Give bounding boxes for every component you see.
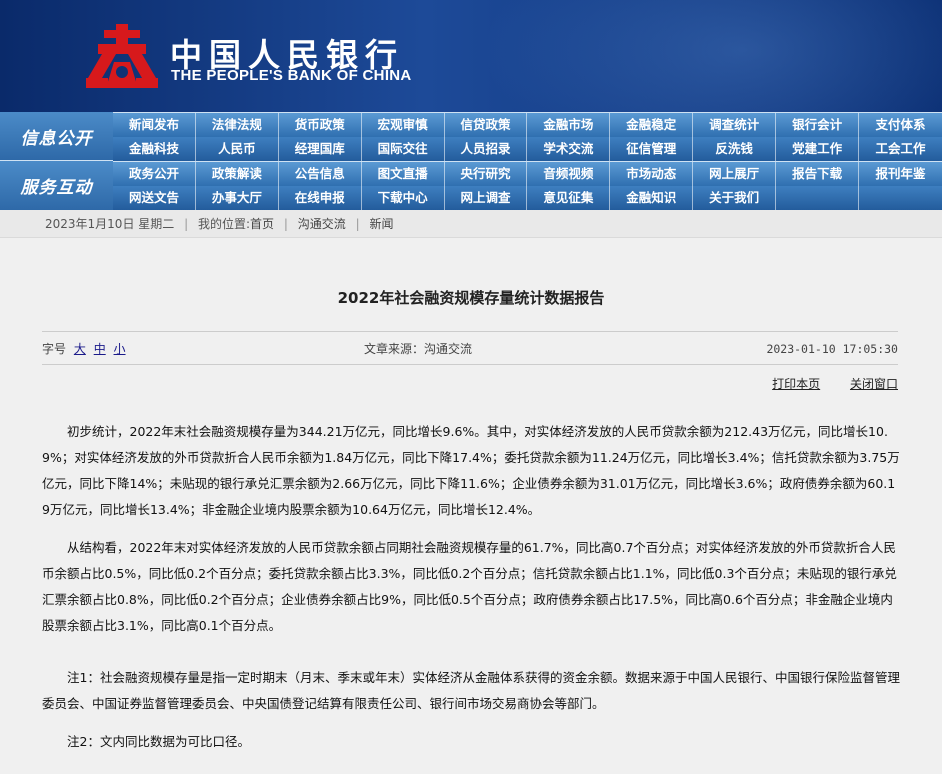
article-note: 注2：文内同比数据为可比口径。 bbox=[67, 734, 250, 749]
nav-row: 新闻发布 法律法规 货币政策 宏观审慎 信贷政策 金融市场 金融稳定 调查统计 … bbox=[113, 113, 942, 137]
article-paragraph: 初步统计，2022年末社会融资规模存量为344.21万亿元，同比增长9.6%。其… bbox=[42, 424, 900, 517]
nav-item-bank-accounting[interactable]: 银行会计 bbox=[776, 113, 860, 137]
nav-item-yearbook[interactable]: 报刊年鉴 bbox=[859, 162, 942, 186]
nav-item-online-survey[interactable]: 网上调查 bbox=[445, 186, 528, 210]
article-paragraph: 从结构看，2022年末对实体经济发放的人民币贷款余额占同期社会融资规模存量的61… bbox=[42, 540, 897, 633]
breadcrumb-home-link[interactable]: 首页 bbox=[250, 217, 274, 231]
article-note: 注1：社会融资规模存量是指一定时期末（月末、季末或年末）实体经济从金融体系获得的… bbox=[42, 670, 900, 711]
article-source: 文章来源：沟通交流 bbox=[364, 342, 473, 356]
nav-item-financial-knowledge[interactable]: 金融知识 bbox=[610, 186, 694, 210]
nav-item-macroprudential[interactable]: 宏观审慎 bbox=[362, 113, 445, 137]
site-header: 中国人民银行 THE PEOPLE'S BANK OF CHINA bbox=[0, 0, 942, 112]
nav-item-statistics[interactable]: 调查统计 bbox=[693, 113, 777, 137]
nav-item-laws[interactable]: 法律法规 bbox=[196, 113, 279, 137]
close-window-link[interactable]: 关闭窗口 bbox=[850, 377, 898, 391]
nav-item-rmb[interactable]: 人民币 bbox=[196, 137, 279, 161]
nav-item-about-us[interactable]: 关于我们 bbox=[693, 186, 777, 210]
nav-group-info-disclosure: 信息公开 新闻发布 法律法规 货币政策 宏观审慎 信贷政策 金融市场 金融稳定 … bbox=[0, 112, 942, 161]
breadcrumb-section-link[interactable]: 沟通交流 bbox=[298, 217, 346, 231]
nav-item-notices[interactable]: 网送文告 bbox=[113, 186, 196, 210]
nav-item-research[interactable]: 央行研究 bbox=[445, 162, 528, 186]
nav-item-payment-system[interactable]: 支付体系 bbox=[859, 113, 942, 137]
article-datetime: 2023-01-10 17:05:30 bbox=[766, 342, 898, 356]
breadcrumb-separator: | bbox=[283, 217, 288, 231]
nav-item-media[interactable]: 音频视频 bbox=[527, 162, 611, 186]
nav-row: 政务公开 政策解读 公告信息 图文直播 央行研究 音频视频 市场动态 网上展厅 … bbox=[113, 162, 942, 186]
nav-item-financial-stability[interactable]: 金融稳定 bbox=[610, 113, 694, 137]
bank-name-english: THE PEOPLE'S BANK OF CHINA bbox=[171, 67, 412, 84]
nav-item-report-download[interactable]: 报告下载 bbox=[776, 162, 860, 186]
nav-item-empty bbox=[776, 186, 860, 210]
nav-item-news-release[interactable]: 新闻发布 bbox=[113, 113, 196, 137]
font-size-large-link[interactable]: 大 bbox=[74, 342, 86, 356]
font-size-medium-link[interactable]: 中 bbox=[94, 342, 106, 356]
nav-tag-info-disclosure[interactable]: 信息公开 bbox=[0, 112, 113, 161]
article-body: 初步统计，2022年末社会融资规模存量为344.21万亿元，同比增长9.6%。其… bbox=[42, 419, 900, 767]
breadcrumb-separator: | bbox=[184, 217, 189, 231]
font-size-selector: 字号 大 中 小 bbox=[42, 332, 126, 366]
article-container: 2022年社会融资规模存量统计数据报告 字号 大 中 小 文章来源：沟通交流 2… bbox=[0, 239, 942, 774]
main-navigation: 信息公开 新闻发布 法律法规 货币政策 宏观审慎 信贷政策 金融市场 金融稳定 … bbox=[0, 112, 942, 210]
nav-row: 网送文告 办事大厅 在线申报 下载中心 网上调查 意见征集 金融知识 关于我们 bbox=[113, 186, 942, 210]
nav-item-recruitment[interactable]: 人员招录 bbox=[445, 137, 528, 161]
nav-item-policy-interpretation[interactable]: 政策解读 bbox=[196, 162, 279, 186]
nav-item-announcements[interactable]: 公告信息 bbox=[279, 162, 362, 186]
nav-item-download-center[interactable]: 下载中心 bbox=[362, 186, 445, 210]
nav-item-market-news[interactable]: 市场动态 bbox=[610, 162, 694, 186]
nav-row: 金融科技 人民币 经理国库 国际交往 人员招录 学术交流 征信管理 反洗钱 党建… bbox=[113, 137, 942, 161]
nav-item-online-filing[interactable]: 在线申报 bbox=[279, 186, 362, 210]
breadcrumb-separator: | bbox=[355, 217, 360, 231]
current-date: 2023年1月10日 星期二 bbox=[45, 217, 175, 231]
breadcrumb: 2023年1月10日 星期二 | 我的位置:首页 | 沟通交流 | 新闻 bbox=[0, 210, 942, 238]
nav-item-financial-markets[interactable]: 金融市场 bbox=[527, 113, 611, 137]
nav-item-feedback[interactable]: 意见征集 bbox=[527, 186, 611, 210]
nav-item-party-building[interactable]: 党建工作 bbox=[776, 137, 860, 161]
nav-item-online-exhibition[interactable]: 网上展厅 bbox=[693, 162, 777, 186]
nav-item-treasury[interactable]: 经理国库 bbox=[279, 137, 362, 161]
location-label: 我的位置: bbox=[197, 217, 251, 231]
nav-item-empty bbox=[859, 186, 942, 210]
font-size-label: 字号 bbox=[42, 342, 67, 356]
nav-item-credit-policy[interactable]: 信贷政策 bbox=[445, 113, 528, 137]
nav-item-academic[interactable]: 学术交流 bbox=[527, 137, 611, 161]
nav-item-union[interactable]: 工会工作 bbox=[859, 137, 942, 161]
article-actions: 打印本页 关闭窗口 bbox=[746, 375, 898, 392]
nav-item-live[interactable]: 图文直播 bbox=[362, 162, 445, 186]
breadcrumb-page-link[interactable]: 新闻 bbox=[369, 217, 393, 231]
nav-item-fintech[interactable]: 金融科技 bbox=[113, 137, 196, 161]
nav-item-government-affairs[interactable]: 政务公开 bbox=[113, 162, 196, 186]
nav-item-monetary-policy[interactable]: 货币政策 bbox=[279, 113, 362, 137]
pboc-logo-icon[interactable] bbox=[84, 22, 160, 92]
nav-item-international[interactable]: 国际交往 bbox=[362, 137, 445, 161]
article-title: 2022年社会融资规模存量统计数据报告 bbox=[337, 289, 605, 307]
font-size-small-link[interactable]: 小 bbox=[114, 342, 126, 356]
nav-item-anti-money-laundering[interactable]: 反洗钱 bbox=[693, 137, 777, 161]
print-page-link[interactable]: 打印本页 bbox=[772, 377, 820, 391]
article-meta-bar: 字号 大 中 小 文章来源：沟通交流 2023-01-10 17:05:30 bbox=[42, 331, 898, 365]
nav-item-credit-reference[interactable]: 征信管理 bbox=[610, 137, 694, 161]
nav-tag-service[interactable]: 服务互动 bbox=[0, 161, 113, 210]
nav-item-service-hall[interactable]: 办事大厅 bbox=[196, 186, 279, 210]
header-glow bbox=[482, 0, 942, 112]
nav-group-service: 服务互动 政务公开 政策解读 公告信息 图文直播 央行研究 音频视频 市场动态 … bbox=[0, 161, 942, 210]
